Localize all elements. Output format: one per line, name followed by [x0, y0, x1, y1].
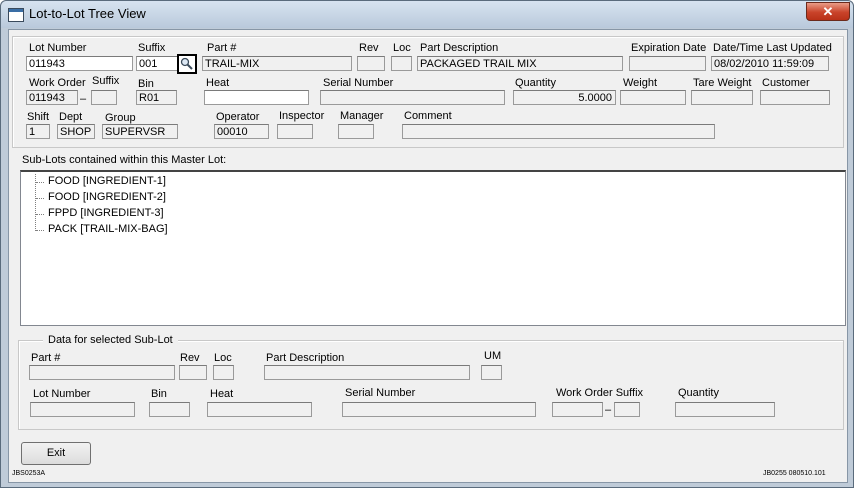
customer-field[interactable]: [760, 90, 830, 105]
lot-number-label: Lot Number: [29, 42, 87, 54]
lot-number-field[interactable]: 011943: [26, 56, 133, 71]
tare-weight-field[interactable]: [691, 90, 753, 105]
wo-suffix-label: Suffix: [92, 75, 120, 87]
exit-button[interactable]: Exit: [21, 442, 91, 465]
part-label: Part #: [207, 42, 237, 54]
sublot-tree[interactable]: FOOD [INGREDIENT-1] FOOD [INGREDIENT-2] …: [20, 170, 846, 326]
serial-number-field[interactable]: [320, 90, 505, 105]
sel-loc-field[interactable]: [213, 365, 234, 380]
group-field[interactable]: SUPERVSR: [102, 124, 178, 139]
heat-label: Heat: [206, 77, 230, 89]
sel-quantity-field[interactable]: [675, 402, 775, 417]
sel-wo-suffix-field[interactable]: [614, 402, 640, 417]
form-area: Lot Number 011943 Suffix 001 Part # TRAI…: [8, 29, 848, 483]
application-window: Lot-to-Lot Tree View ✕ Lot Number 011943…: [0, 0, 854, 488]
sel-heat-label: Heat: [210, 388, 234, 400]
lot-lookup-button[interactable]: [177, 54, 197, 74]
inspector-label: Inspector: [279, 110, 325, 122]
group-label: Group: [105, 112, 136, 124]
part-description-label: Part Description: [420, 42, 499, 54]
tree-connector: [36, 198, 44, 199]
form-id-right: JB0255 080510.101: [763, 470, 826, 477]
comment-field[interactable]: [402, 124, 715, 139]
bin-label: Bin: [138, 78, 154, 90]
weight-label: Weight: [623, 77, 658, 89]
window-title: Lot-to-Lot Tree View: [29, 6, 146, 21]
heat-field[interactable]: [204, 90, 309, 105]
manager-label: Manager: [340, 110, 384, 122]
last-updated-label: Date/Time Last Updated: [713, 42, 832, 54]
sublots-heading: Sub-Lots contained within this Master Lo…: [22, 154, 227, 166]
bin-field[interactable]: R01: [136, 90, 177, 105]
sel-work-order-dash: –: [605, 404, 612, 416]
expiration-date-label: Expiration Date: [631, 42, 707, 54]
dept-field[interactable]: SHOP: [57, 124, 95, 139]
suffix-field[interactable]: 001: [136, 56, 178, 71]
tree-item[interactable]: FPPD [INGREDIENT-3]: [48, 207, 164, 219]
last-updated-field[interactable]: 08/02/2010 11:59:09: [711, 56, 829, 71]
wo-suffix-field[interactable]: [91, 90, 117, 105]
dept-label: Dept: [59, 111, 83, 123]
weight-field[interactable]: [620, 90, 686, 105]
rev-label: Rev: [359, 42, 379, 54]
comment-label: Comment: [404, 110, 452, 122]
work-order-label: Work Order: [29, 77, 86, 89]
sel-part-field[interactable]: [29, 365, 175, 380]
shift-label: Shift: [27, 111, 50, 123]
tree-item[interactable]: FOOD [INGREDIENT-2]: [48, 191, 166, 203]
exit-button-label: Exit: [46, 447, 66, 459]
work-order-field[interactable]: 011943: [26, 90, 78, 105]
sel-bin-label: Bin: [151, 388, 167, 400]
tare-weight-label: Tare Weight: [693, 77, 752, 89]
tree-connector: [36, 182, 44, 183]
magnifier-icon: [180, 57, 193, 70]
tree-item[interactable]: PACK [TRAIL-MIX-BAG]: [48, 223, 168, 235]
sel-um-field[interactable]: [481, 365, 502, 380]
sel-work-order-suffix-label: Work Order Suffix: [556, 387, 644, 399]
sel-loc-label: Loc: [214, 352, 232, 364]
sel-bin-field[interactable]: [149, 402, 190, 417]
suffix-label: Suffix: [138, 42, 166, 54]
inspector-field[interactable]: [277, 124, 313, 139]
expiration-date-field[interactable]: [629, 56, 706, 71]
sel-rev-label: Rev: [180, 352, 200, 364]
sel-rev-field[interactable]: [179, 365, 207, 380]
operator-field[interactable]: 00010: [214, 124, 269, 139]
loc-field[interactable]: [391, 56, 412, 71]
form-id-left: JBS0253A: [12, 470, 46, 477]
sel-part-description-field[interactable]: [264, 365, 470, 380]
tree-connector: [36, 214, 44, 215]
sel-serial-number-field[interactable]: [342, 402, 536, 417]
quantity-field[interactable]: 5.0000: [513, 90, 616, 105]
customer-label: Customer: [762, 77, 810, 89]
close-button[interactable]: ✕: [806, 2, 850, 21]
serial-number-label: Serial Number: [323, 77, 394, 89]
shift-field[interactable]: 1: [26, 124, 50, 139]
sel-part-label: Part #: [31, 352, 61, 364]
part-field[interactable]: TRAIL-MIX: [202, 56, 352, 71]
sel-lot-number-label: Lot Number: [33, 388, 91, 400]
sel-part-description-label: Part Description: [266, 352, 345, 364]
selected-sublot-title: Data for selected Sub-Lot: [43, 334, 178, 346]
sel-heat-field[interactable]: [207, 402, 312, 417]
sel-quantity-label: Quantity: [678, 387, 719, 399]
sel-work-order-field[interactable]: [552, 402, 603, 417]
tree-connector: [36, 230, 44, 231]
loc-label: Loc: [393, 42, 411, 54]
part-description-field[interactable]: PACKAGED TRAIL MIX: [417, 56, 623, 71]
manager-field[interactable]: [338, 124, 374, 139]
sel-lot-number-field[interactable]: [30, 402, 135, 417]
sel-um-label: UM: [484, 350, 502, 362]
work-order-dash: –: [80, 93, 87, 105]
rev-field[interactable]: [357, 56, 385, 71]
quantity-label: Quantity: [515, 77, 556, 89]
title-bar: Lot-to-Lot Tree View ✕: [1, 1, 853, 28]
operator-label: Operator: [216, 111, 260, 123]
window-icon: [8, 8, 24, 22]
tree-item[interactable]: FOOD [INGREDIENT-1]: [48, 175, 166, 187]
sel-serial-number-label: Serial Number: [345, 387, 416, 399]
